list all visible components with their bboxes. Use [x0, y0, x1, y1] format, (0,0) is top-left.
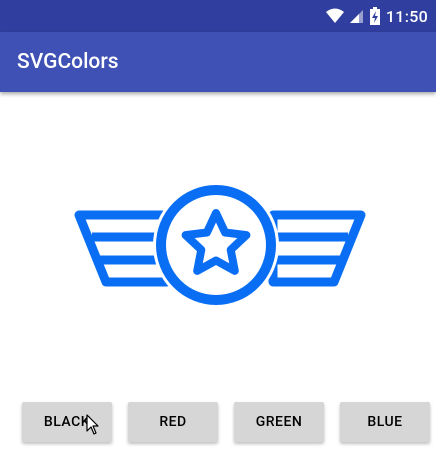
- status-bar: 11:50: [0, 0, 436, 32]
- battery-charging-icon: [369, 7, 380, 25]
- green-button[interactable]: GREEN: [234, 402, 324, 442]
- wifi-icon: [325, 8, 344, 23]
- cellular-signal-icon: [349, 10, 363, 23]
- red-button[interactable]: RED: [128, 402, 218, 442]
- app-title: SVGColors: [17, 50, 119, 74]
- status-time: 11:50: [385, 6, 428, 26]
- blue-button[interactable]: BLUE: [340, 402, 430, 442]
- app-bar: SVGColors: [0, 32, 436, 92]
- status-icons: 11:50: [325, 4, 428, 28]
- winged-star-badge-icon: [74, 182, 366, 308]
- black-button[interactable]: BLACK: [22, 402, 112, 442]
